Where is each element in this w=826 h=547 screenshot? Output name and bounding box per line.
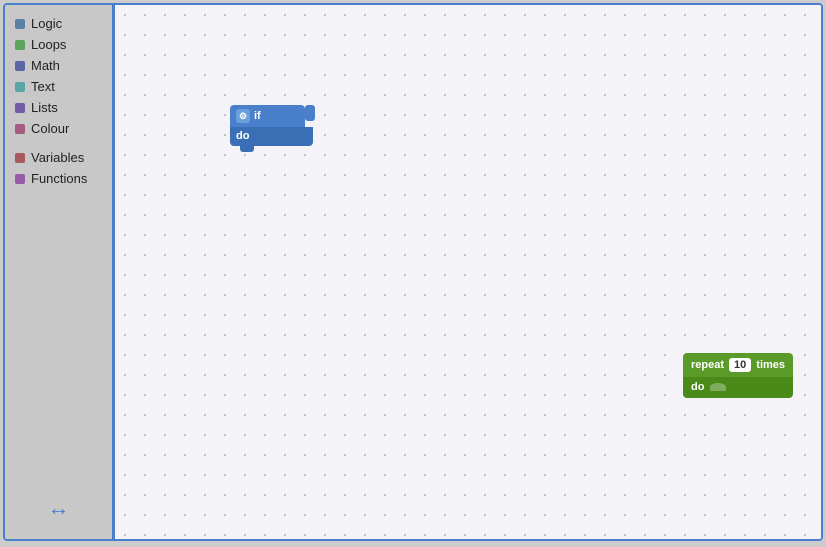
sidebar-item-loops[interactable]: Loops bbox=[5, 34, 112, 55]
main-window: Logic Loops Math Text Lists Colour Varia… bbox=[3, 3, 823, 541]
loops-color-dot bbox=[15, 40, 25, 50]
functions-color-dot bbox=[15, 174, 25, 184]
sidebar-item-text[interactable]: Text bbox=[5, 76, 112, 97]
repeat-block[interactable]: repeat 10 times do bbox=[683, 353, 793, 398]
repeat-label: repeat bbox=[691, 359, 724, 371]
sidebar-label-colour: Colour bbox=[31, 121, 69, 136]
if-block-header: ⚙ if bbox=[230, 105, 305, 127]
if-block[interactable]: ⚙ if do bbox=[230, 105, 305, 152]
if-label: if bbox=[254, 110, 261, 122]
variables-color-dot bbox=[15, 153, 25, 163]
times-label: times bbox=[756, 359, 785, 371]
sidebar-item-lists[interactable]: Lists bbox=[5, 97, 112, 118]
repeat-block-header: repeat 10 times bbox=[683, 353, 793, 377]
sidebar-label-logic: Logic bbox=[31, 16, 62, 31]
block-canvas[interactable]: ⚙ if do repeat 10 times bbox=[115, 5, 821, 539]
if-do-label: do bbox=[230, 127, 305, 146]
repeat-do: do bbox=[683, 377, 793, 398]
sidebar-item-logic[interactable]: Logic bbox=[5, 13, 112, 34]
sidebar-label-variables: Variables bbox=[31, 150, 84, 165]
repeat-value[interactable]: 10 bbox=[729, 358, 751, 372]
sidebar-item-colour[interactable]: Colour bbox=[5, 118, 112, 139]
sidebar-label-lists: Lists bbox=[31, 100, 58, 115]
sidebar-label-text: Text bbox=[31, 79, 55, 94]
sidebar: Logic Loops Math Text Lists Colour Varia… bbox=[5, 5, 115, 539]
if-right-notch bbox=[305, 105, 315, 121]
resize-handle[interactable]: ↔ bbox=[48, 495, 70, 521]
math-color-dot bbox=[15, 61, 25, 71]
sidebar-label-math: Math bbox=[31, 58, 60, 73]
logic-color-dot bbox=[15, 19, 25, 29]
sidebar-item-variables[interactable]: Variables bbox=[5, 147, 112, 168]
gear-icon[interactable]: ⚙ bbox=[236, 109, 250, 123]
sidebar-label-loops: Loops bbox=[31, 37, 66, 52]
if-bottom-connector bbox=[240, 146, 254, 152]
do-connector bbox=[710, 383, 726, 391]
text-color-dot bbox=[15, 82, 25, 92]
lists-color-dot bbox=[15, 103, 25, 113]
colour-color-dot bbox=[15, 124, 25, 134]
sidebar-label-functions: Functions bbox=[31, 171, 87, 186]
sidebar-item-math[interactable]: Math bbox=[5, 55, 112, 76]
sidebar-item-functions[interactable]: Functions bbox=[5, 168, 112, 189]
